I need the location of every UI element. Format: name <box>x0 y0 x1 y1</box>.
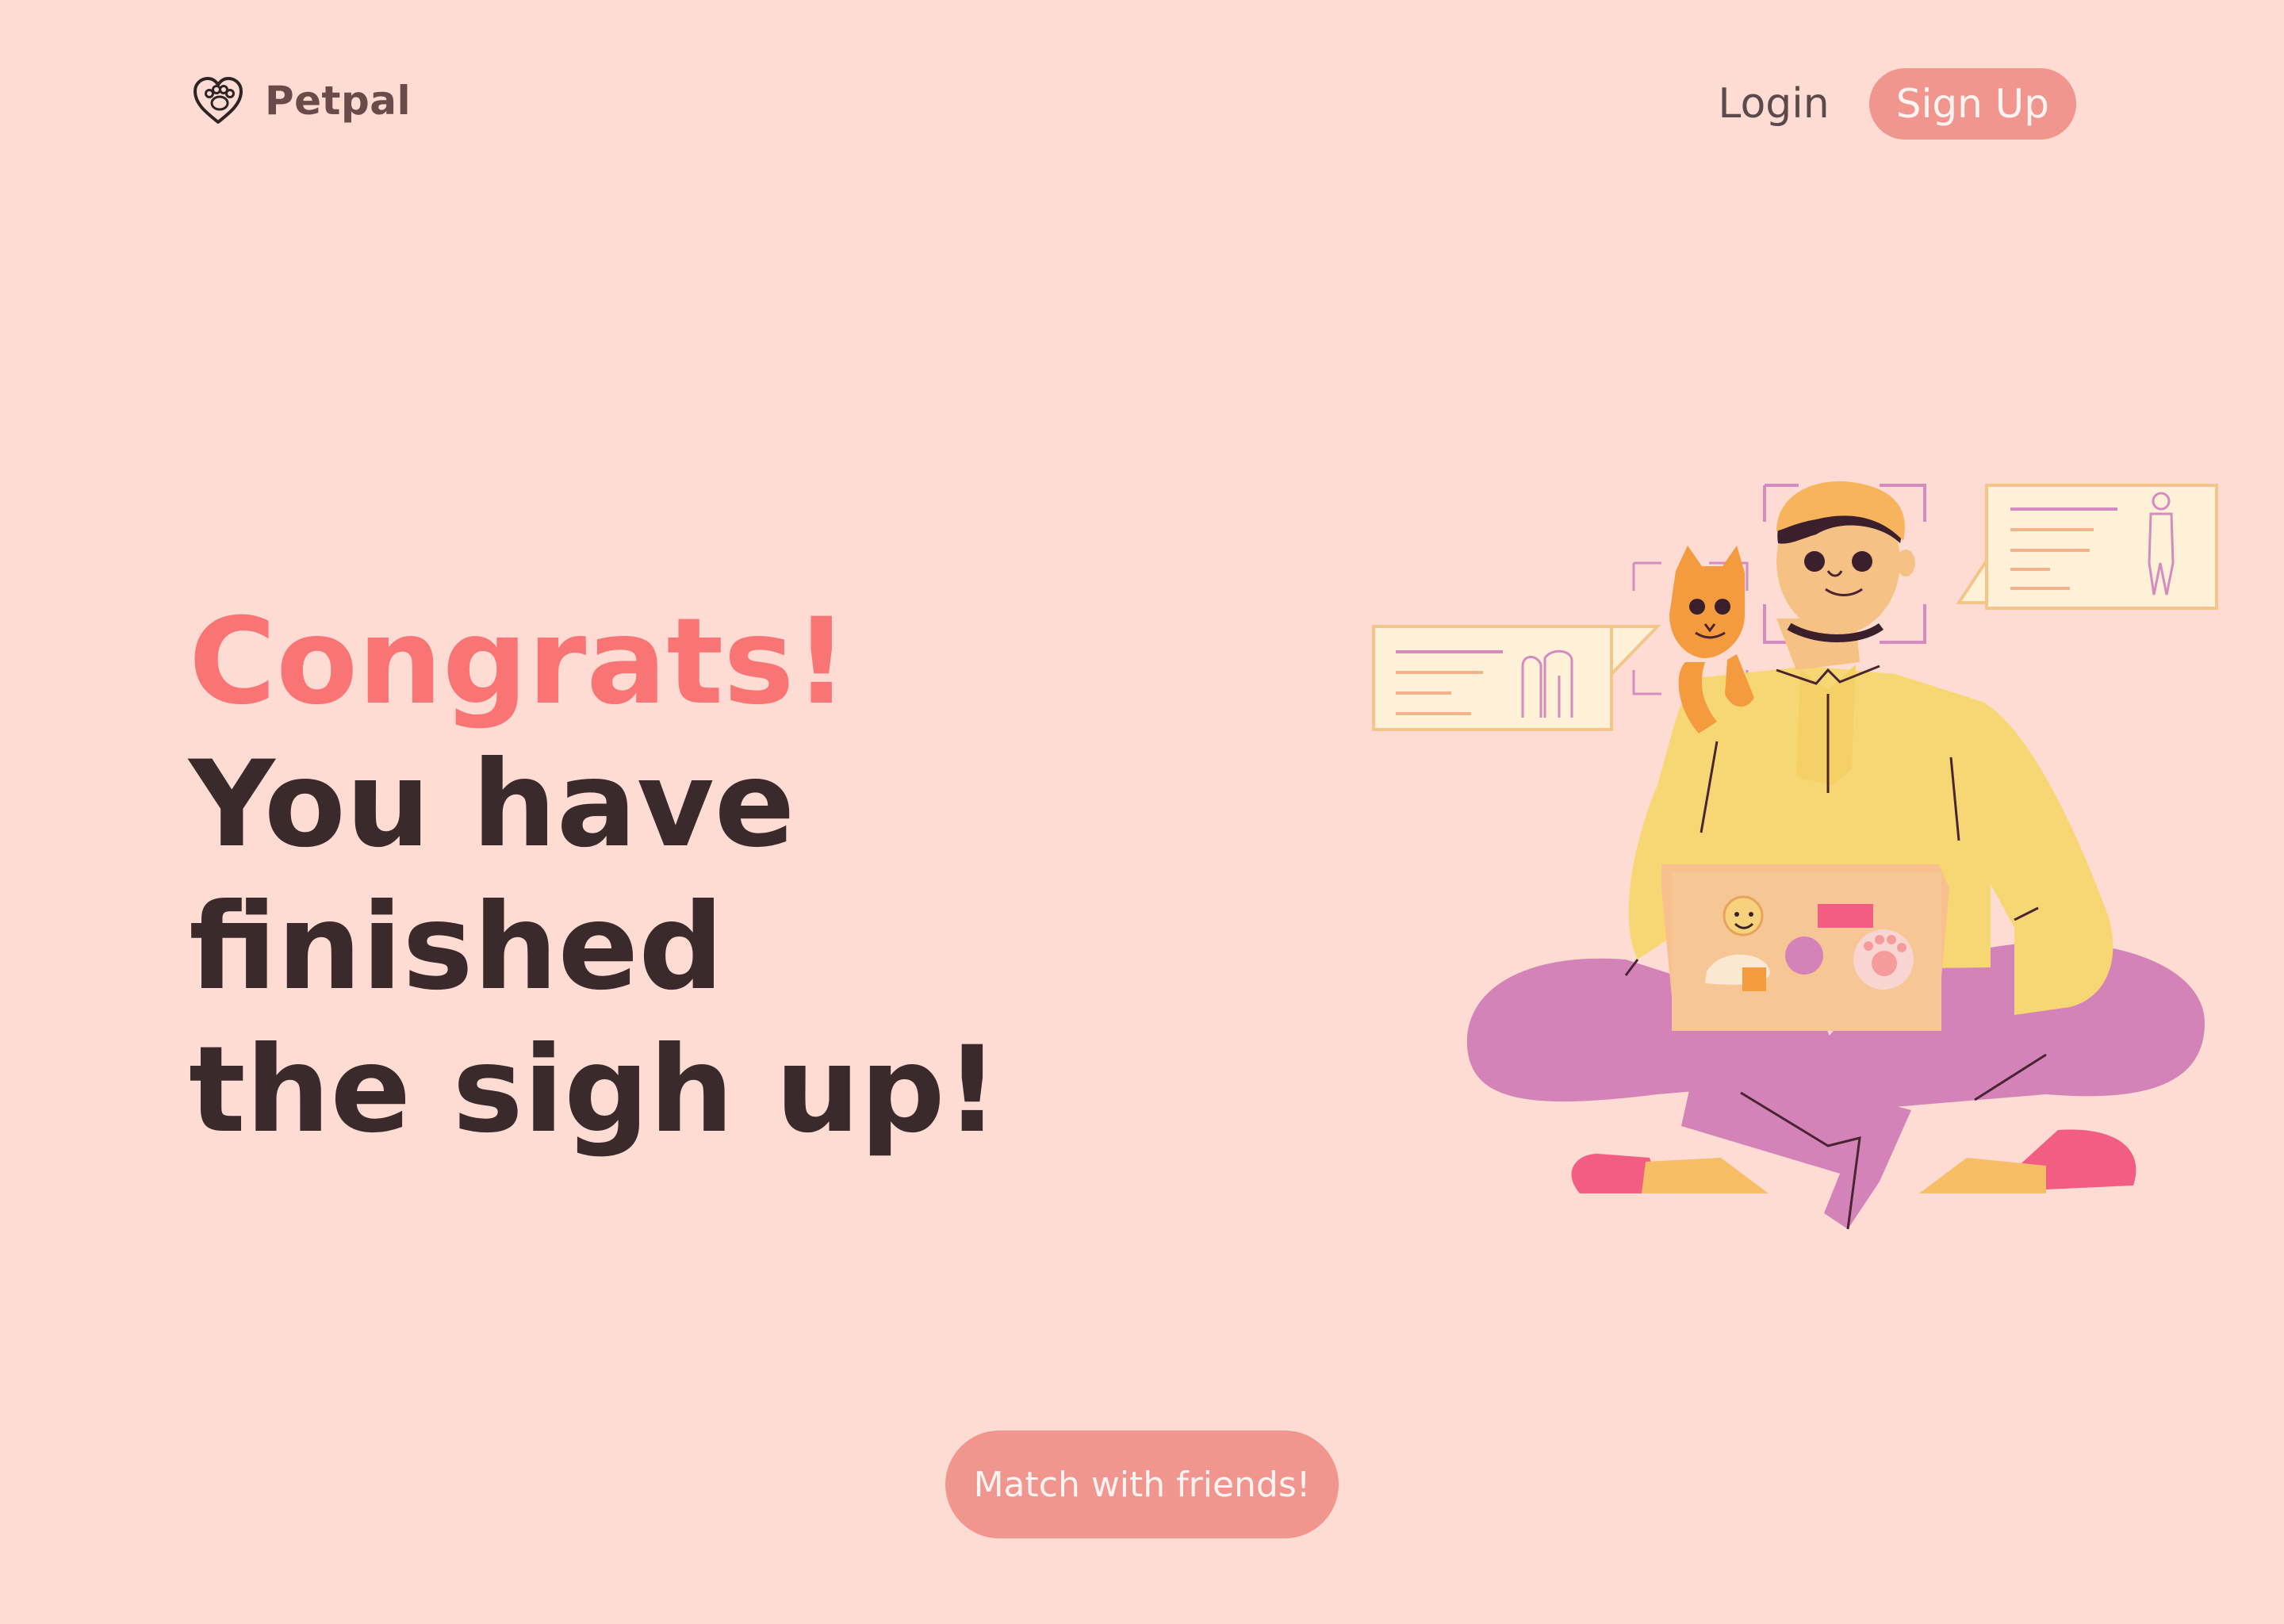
top-navigation: Login Sign Up <box>1718 68 2076 140</box>
congrats-heading: Congrats! <box>189 593 849 731</box>
right-profile-card <box>1956 484 2218 610</box>
paw-heart-icon <box>194 77 243 124</box>
login-link[interactable]: Login <box>1718 80 1829 128</box>
person-with-cat-and-laptop-illustration <box>1372 481 2218 1230</box>
match-with-friends-button[interactable]: Match with friends! <box>945 1431 1339 1538</box>
top-bar: Petpal Login Sign Up <box>0 0 2284 206</box>
laptop <box>1661 864 1949 1031</box>
sign-up-button[interactable]: Sign Up <box>1868 68 2076 140</box>
head <box>1776 481 1915 642</box>
brand[interactable]: Petpal <box>190 73 411 128</box>
left-profile-card <box>1372 625 1661 731</box>
brand-name: Petpal <box>265 78 412 124</box>
hero-message: Congrats! You have finished the sigh up! <box>189 591 1355 1162</box>
signup-finished-heading: You have finished the sigh up! <box>189 736 1000 1159</box>
